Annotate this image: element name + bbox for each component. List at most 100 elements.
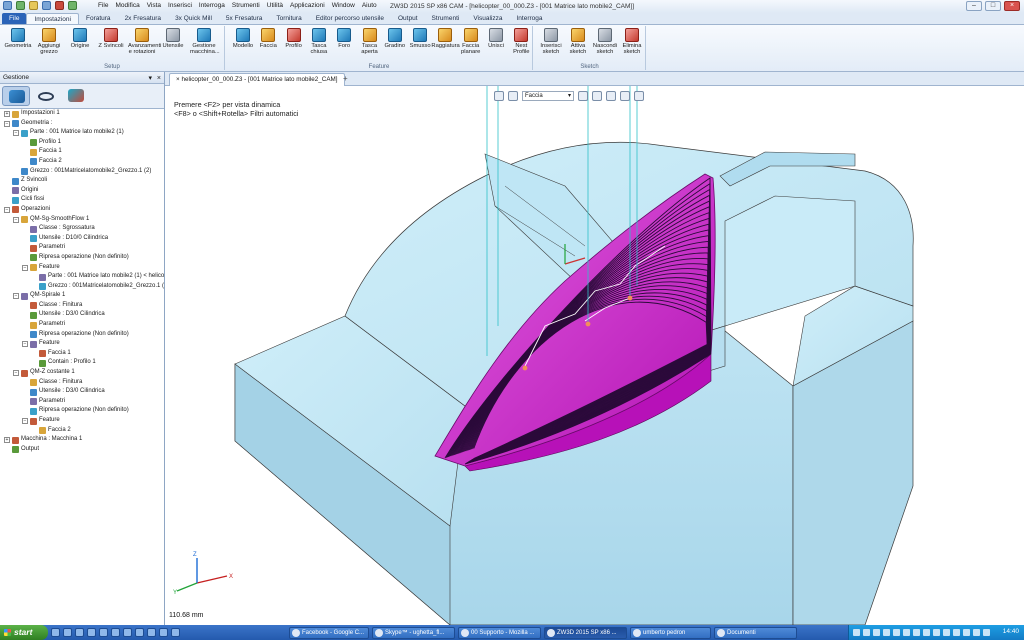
tab-view-manager[interactable] <box>32 86 60 106</box>
quicklaunch-chrome-icon[interactable] <box>63 628 72 637</box>
quicklaunch-app-icon[interactable] <box>171 628 180 637</box>
tree-item[interactable]: + Macchina : Macchina 1 <box>0 435 164 445</box>
tree-item[interactable]: Utensile : D3/0 Cilindrica <box>0 387 164 397</box>
expand-toggle-icon[interactable]: − <box>13 293 19 300</box>
quicklaunch-folder-icon[interactable] <box>87 628 96 637</box>
tree-item[interactable]: − Geometria : <box>0 119 164 129</box>
tree-item[interactable]: Parte : 001 Matrice lato mobile2 (1) < h… <box>0 272 164 282</box>
add-tab-icon[interactable]: + <box>343 74 348 83</box>
start-button[interactable]: start <box>0 625 48 640</box>
render-icon[interactable] <box>606 90 616 101</box>
tree-item[interactable]: Parametri <box>0 397 164 407</box>
menu-window[interactable]: Window <box>332 2 355 9</box>
select-filter-icon[interactable] <box>494 90 504 101</box>
expand-toggle-icon[interactable]: − <box>13 370 19 377</box>
tray-icon[interactable] <box>943 629 950 636</box>
nascondi-sketch-button[interactable]: Nascondi sketch <box>591 27 619 61</box>
quicklaunch-ie-icon[interactable] <box>51 628 60 637</box>
maximize-button[interactable]: □ <box>985 1 1001 11</box>
nest-profile-button[interactable]: Nest Profile <box>507 27 535 61</box>
expand-toggle-icon[interactable]: + <box>4 111 10 117</box>
filter-select[interactable]: Faccia <box>522 90 574 101</box>
raggiatura-button[interactable]: Raggiatura <box>431 27 460 61</box>
tree-item[interactable]: Grezzo : 001Matricelatomobile2_Grezzo.1 … <box>0 167 164 177</box>
menu-aiuto[interactable]: Aiuto <box>362 2 377 9</box>
tree-item[interactable]: Classe : Sgrossatura <box>0 224 164 234</box>
taskbar-window-button[interactable]: ZW3D 2015 SP x86 ... <box>544 627 627 639</box>
tree-item[interactable]: Contain : Profilo 1 <box>0 358 164 368</box>
tree-item[interactable]: − QM-Spirale 1 <box>0 291 164 301</box>
tree-item[interactable]: Ripresa operazione (Non definito) <box>0 253 164 263</box>
taskbar-window-button[interactable]: 00 Supporto - Mozilla ... <box>458 627 541 639</box>
tab-5x-fresatura[interactable]: 5x Fresatura <box>219 13 270 24</box>
tray-icon[interactable] <box>853 629 860 636</box>
expand-toggle-icon[interactable]: − <box>4 206 10 213</box>
quicklaunch-firefox-icon[interactable] <box>75 628 84 637</box>
attiva-sketch-button[interactable]: Attiva sketch <box>564 27 592 61</box>
tray-icon[interactable] <box>963 629 970 636</box>
tab-strumenti[interactable]: Strumenti <box>425 13 467 24</box>
layer-icon[interactable] <box>634 90 644 101</box>
unisci-button[interactable]: Unisci <box>482 27 510 61</box>
taskbar-window-button[interactable]: Skype™ - ughetta_fl... <box>372 627 455 639</box>
tab-editor-percorso-utensile[interactable]: Editor percorso utensile <box>309 13 391 24</box>
expand-toggle-icon[interactable]: − <box>22 341 28 348</box>
tree-item[interactable]: − QM-Sg-SmoothFlow 1 <box>0 215 164 225</box>
tray-icon[interactable] <box>873 629 880 636</box>
tray-icon[interactable] <box>893 629 900 636</box>
tab-file[interactable]: File <box>2 13 27 24</box>
tree-item[interactable]: + Impostazioni 1 <box>0 109 164 119</box>
origine-button[interactable]: Origine <box>66 27 94 61</box>
display-icon[interactable] <box>620 90 630 101</box>
cam-scene[interactable]: X Z Y <box>165 86 1024 625</box>
tray-icon[interactable] <box>883 629 890 636</box>
geometria-button[interactable]: Geometria <box>4 27 32 61</box>
tray-icon[interactable] <box>933 629 940 636</box>
tree-item[interactable]: Faccia 1 <box>0 147 164 157</box>
taskbar-window-button[interactable]: Facebook - Google C... <box>289 627 369 639</box>
tree-item[interactable]: Parametri <box>0 320 164 330</box>
tree-item[interactable]: Classe : Finitura <box>0 301 164 311</box>
pin-icon[interactable]: ▾ <box>148 73 152 85</box>
tray-icon[interactable] <box>983 629 990 636</box>
tree-item[interactable]: − Feature <box>0 339 164 349</box>
menu-inserisci[interactable]: Inserisci <box>168 2 192 9</box>
quicklaunch-app-icon[interactable] <box>159 628 168 637</box>
tree-item[interactable]: − Parte : 001 Matrice lato mobile2 (1) <box>0 128 164 138</box>
menu-modifica[interactable]: Modifica <box>115 2 139 9</box>
tray-icon[interactable] <box>953 629 960 636</box>
tree-item[interactable]: − QM-Z costante 1 <box>0 368 164 378</box>
tab-2x-fresatura[interactable]: 2x Fresatura <box>118 13 169 24</box>
menu-utilit-[interactable]: Utilità <box>267 2 283 9</box>
faccia-button[interactable]: Faccia <box>254 27 282 61</box>
tree-item[interactable]: − Feature <box>0 263 164 273</box>
gestione-macchina-button[interactable]: Gestione macchina... <box>190 27 220 61</box>
undo-icon[interactable] <box>55 1 64 10</box>
view-cube-icon[interactable] <box>578 90 588 101</box>
tab-interroga[interactable]: Interroga <box>510 13 550 24</box>
app-icon[interactable] <box>3 1 12 10</box>
new-file-icon[interactable] <box>16 1 25 10</box>
tree-item[interactable]: Output <box>0 445 164 455</box>
tray-icon[interactable] <box>973 629 980 636</box>
aggiungi-grezzo-button[interactable]: Aggiungi grezzo <box>35 27 63 61</box>
open-file-icon[interactable] <box>29 1 38 10</box>
avanzamenti-e-rotazioni-button[interactable]: Avanzamenti e rotazioni <box>128 27 161 61</box>
tasca-chiusa-button[interactable]: Tasca chiusa <box>305 27 333 61</box>
close-icon[interactable]: × <box>157 73 161 85</box>
tab-cam-manager[interactable] <box>62 86 90 106</box>
menu-vista[interactable]: Vista <box>147 2 161 9</box>
tab-history-manager[interactable] <box>2 86 30 106</box>
tab-3x-quick-mill[interactable]: 3x Quick Mill <box>168 13 219 24</box>
quicklaunch-app-icon[interactable] <box>123 628 132 637</box>
tab-tornitura[interactable]: Tornitura <box>269 13 308 24</box>
tree-item[interactable]: Ripresa operazione (Non definito) <box>0 406 164 416</box>
tree-item[interactable]: Utensile : D3/0 Cilindrica <box>0 310 164 320</box>
tree-item[interactable]: Z Svincoli <box>0 176 164 186</box>
tree-item[interactable]: Origini <box>0 186 164 196</box>
elimina-sketch-button[interactable]: Elimina sketch <box>618 27 646 61</box>
utensile-button[interactable]: Utensile <box>159 27 187 61</box>
quicklaunch-skype-icon[interactable] <box>99 628 108 637</box>
tab-visualizza[interactable]: Visualizza <box>466 13 509 24</box>
menu-applicazioni[interactable]: Applicazioni <box>290 2 325 9</box>
